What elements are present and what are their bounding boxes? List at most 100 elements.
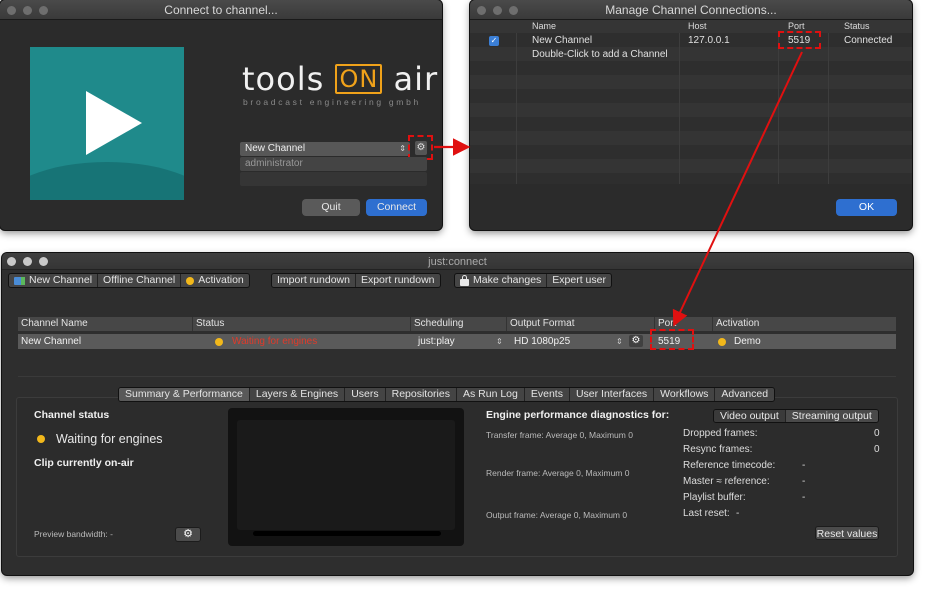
column-divider [828,33,829,184]
channel-name-cell: New Channel [21,336,82,347]
column-header-name[interactable]: Name [532,20,556,33]
streaming-output-button[interactable]: Streaming output [785,410,878,422]
last-reset-value: - [736,508,740,519]
minimize-window-button[interactable] [23,257,32,266]
preview-screen [237,420,455,530]
transfer-frame-stat: Transfer frame: Average 0, Maximum 0 [486,430,633,440]
reference-timecode-value: - [802,460,806,471]
scheduling-cell[interactable]: just:play [418,334,455,349]
activation-cell: Demo [734,336,761,347]
chevron-updown-icon[interactable]: ⇕ [616,334,623,349]
expert-user-button[interactable]: Expert user [547,274,611,287]
user-toolbar-group: Make changes Expert user [454,273,612,288]
tab-as-run-log[interactable]: As Run Log [457,388,525,401]
render-frame-stat: Render frame: Average 0, Maximum 0 [486,468,630,478]
channel-table-empty-area [18,349,896,377]
gear-icon[interactable]: ⚙ [175,527,201,542]
preview-monitor [228,408,464,546]
zoom-window-button[interactable] [509,6,518,15]
main-window-titlebar: just:connect [2,253,913,270]
gear-icon[interactable]: ⚙ [629,335,643,347]
channel-toolbar-group: New Channel Offline Channel Activation [8,273,250,288]
preview-bandwidth-value: - [110,529,113,539]
zoom-window-button[interactable] [39,257,48,266]
column-divider [516,33,517,184]
status-dot-icon [186,276,195,285]
rundown-toolbar-group: Import rundown Export rundown [271,273,441,288]
close-window-button[interactable] [477,6,486,15]
manage-dialog-titlebar: Manage Channel Connections... [470,0,912,20]
make-changes-button[interactable]: Make changes [455,274,548,287]
new-channel-button[interactable]: New Channel [9,274,99,287]
tab-users[interactable]: Users [345,388,386,401]
password-field[interactable] [240,172,427,186]
connect-dialog-titlebar: Connect to channel... [0,0,442,20]
channel-row[interactable]: New Channel Waiting for engines just:pla… [18,334,896,349]
checkbox-icon[interactable]: ✓ [489,36,499,46]
connect-button[interactable]: Connect [366,199,427,216]
status-dot-icon [215,338,223,346]
lock-icon [460,274,469,286]
channel-status-label: Channel status [34,409,110,421]
playlist-buffer-value: - [802,492,806,503]
connection-host[interactable]: 127.0.0.1 [688,34,730,48]
preview-scrubber[interactable] [253,531,441,536]
dropped-frames-label: Dropped frames: [683,428,758,439]
connection-name[interactable]: New Channel [532,34,592,48]
tab-repositories[interactable]: Repositories [386,388,457,401]
column-header-host[interactable]: Host [688,20,707,33]
tab-workflows[interactable]: Workflows [654,388,716,401]
brand-tagline: broadcast engineering gmbh [243,97,421,107]
output-format-cell[interactable]: HD 1080p25 [514,334,570,349]
tab-events[interactable]: Events [525,388,570,401]
channel-status-value: Waiting for engines [56,432,163,446]
flag-icon [14,276,25,285]
username-field[interactable]: administrator [240,157,427,171]
column-header-status[interactable]: Status [192,317,224,331]
tab-user-interfaces[interactable]: User Interfaces [570,388,655,401]
diagnostics-title: Engine performance diagnostics for: [486,409,670,421]
zoom-window-button[interactable] [39,6,48,15]
import-rundown-button[interactable]: Import rundown [272,274,356,287]
add-channel-hint[interactable]: Double-Click to add a Channel [532,48,668,62]
make-changes-label: Make changes [473,274,542,286]
activation-button[interactable]: Activation [181,274,249,287]
minimize-window-button[interactable] [493,6,502,15]
quit-button[interactable]: Quit [302,199,360,216]
tab-advanced[interactable]: Advanced [715,388,774,401]
tab-summary-performance[interactable]: Summary & Performance [119,388,250,401]
close-window-button[interactable] [7,257,16,266]
output-frame-stat: Output frame: Average 0, Maximum 0 [486,510,628,520]
chevron-updown-icon[interactable]: ⇕ [496,334,503,349]
play-icon [86,91,142,155]
window-controls [7,6,48,15]
last-reset-label: Last reset: [683,508,730,519]
brand-right: air [393,60,439,98]
status-dot-icon [718,338,726,346]
window-controls [7,257,48,266]
channel-select[interactable]: New Channel ⇕ [240,142,410,156]
column-header-activation[interactable]: Activation [712,317,759,331]
logo-wave [30,162,184,200]
main-window-title: just:connect [428,256,487,268]
channel-select-value: New Channel [245,143,306,154]
playlist-buffer-label: Playlist buffer: [683,492,746,503]
column-header-scheduling[interactable]: Scheduling [410,317,463,331]
column-header-output-format[interactable]: Output Format [506,317,574,331]
column-header-channel-name[interactable]: Channel Name [18,317,88,331]
main-window: just:connect New Channel Offline Channel… [2,253,913,575]
offline-channel-button[interactable]: Offline Channel [98,274,182,287]
column-header-status[interactable]: Status [844,20,870,33]
minimize-window-button[interactable] [23,6,32,15]
export-rundown-button[interactable]: Export rundown [356,274,440,287]
tab-layers-engines[interactable]: Layers & Engines [250,388,346,401]
video-output-button[interactable]: Video output [714,410,786,422]
resync-frames-label: Resync frames: [683,444,753,455]
close-window-button[interactable] [7,6,16,15]
reset-values-button[interactable]: Reset values [815,526,879,540]
reference-timecode-label: Reference timecode: [683,460,776,471]
ok-button[interactable]: OK [836,199,897,216]
connections-table-header: Name Host Port Status [470,20,912,33]
column-divider [778,33,779,184]
dropped-frames-value: 0 [874,428,880,439]
